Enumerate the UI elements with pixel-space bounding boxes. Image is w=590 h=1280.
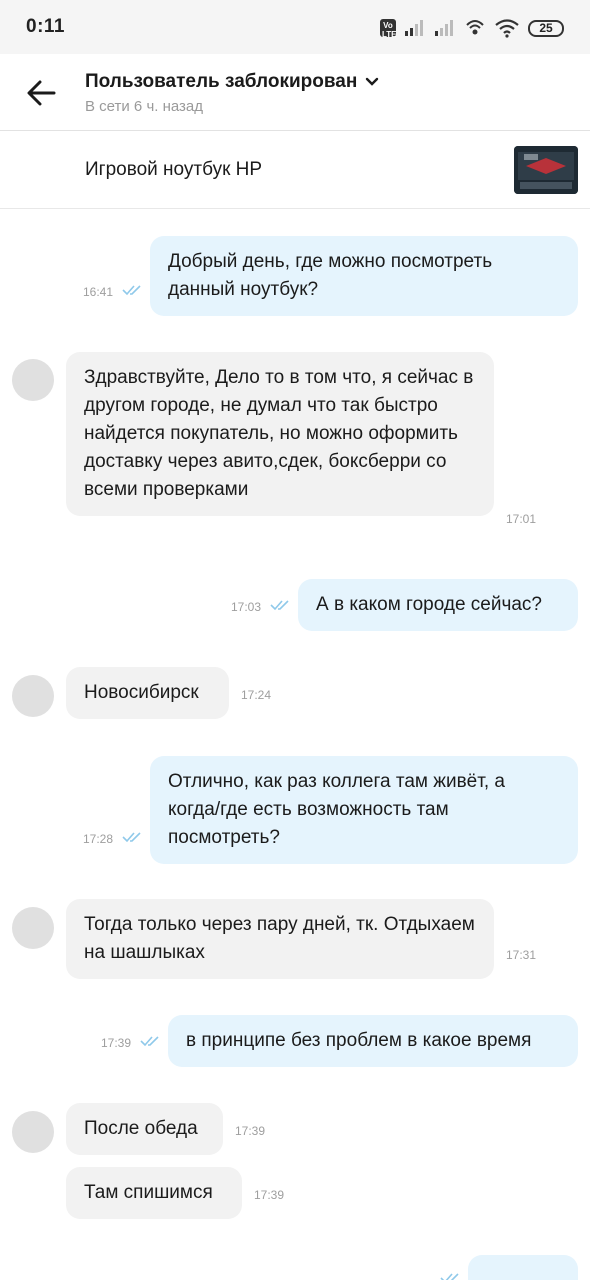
volte-icon: Vo LTE [380,19,397,39]
hotspot-icon [466,20,484,35]
message-time: 17:01 [506,512,537,526]
read-ticks-icon [440,1273,459,1280]
message-incoming[interactable]: Новосибирск [66,667,229,719]
back-arrow-icon[interactable] [26,80,56,106]
message-incoming[interactable]: Здравствуйте, Дело то в том что, я сейча… [66,352,494,516]
listing-thumbnail[interactable] [514,146,578,194]
read-ticks-icon [140,1036,159,1047]
contact-name: Пользователь заблокирован [85,71,358,92]
signal-2-icon [435,20,453,36]
status-bar: 0:11 Vo LTE 25 [0,0,590,54]
message-text: После обеда [84,1118,198,1139]
chat-header: Пользователь заблокирован В сети 6 ч. на… [0,54,590,131]
status-icons: Vo LTE 25 [380,16,564,40]
avatar[interactable] [12,907,54,949]
message-text: Отлично, как раз коллега там живёт, а ко… [168,771,505,848]
read-ticks-icon [122,832,141,843]
message-text: А в каком городе сейчас? [316,594,542,615]
avatar[interactable] [12,359,54,401]
last-seen-status: В сети 6 ч. назад [85,98,204,115]
message-time: 17:39 [254,1188,285,1202]
message-text: Там спишимся [84,1182,213,1203]
message-outgoing[interactable]: в принципе без проблем в какое время [168,1015,578,1067]
listing-bar[interactable]: Игровой ноутбук HP [0,131,590,209]
message-time: 17:31 [506,948,537,962]
read-ticks-icon [122,285,141,296]
message-incoming[interactable]: Там спишимся [66,1167,242,1219]
message-time: 17:24 [241,688,272,702]
listing-title: Игровой ноутбук HP [85,159,263,180]
message-time: 17:39 [101,1036,132,1050]
contact-title[interactable]: Пользователь заблокирован [85,71,379,93]
message-text: Тогда только через пару дней, тк. Отдыха… [84,914,475,963]
message-time: 16:41 [83,285,114,299]
message-time: 17:03 [231,600,262,614]
message-outgoing[interactable]: А в каком городе сейчас? [298,579,578,631]
message-text: Здравствуйте, Дело то в том что, я сейча… [84,367,474,500]
message-list[interactable]: Добрый день, где можно посмотреть данный… [0,209,590,1280]
wifi-icon [495,19,519,38]
read-ticks-icon [270,600,289,611]
avatar[interactable] [12,1111,54,1153]
message-time: 17:28 [83,832,114,846]
chevron-down-icon [366,77,379,86]
message-text: Новосибирск [84,682,199,703]
status-time: 0:11 [26,16,65,37]
message-text: Добрый день, где можно посмотреть данный… [168,251,493,300]
signal-icon [405,20,423,36]
avatar[interactable] [12,675,54,717]
message-outgoing[interactable]: Отлично, как раз коллега там живёт, а ко… [150,756,578,864]
message-incoming[interactable]: Тогда только через пару дней, тк. Отдыха… [66,899,494,979]
message-text: в принципе без проблем в какое время [186,1030,532,1051]
message-time: 17:39 [235,1124,266,1138]
message-outgoing[interactable]: Добрый день, где можно посмотреть данный… [150,236,578,316]
message-outgoing-partial[interactable] [468,1255,578,1280]
message-incoming[interactable]: После обеда [66,1103,223,1155]
battery-icon: 25 [528,19,564,37]
